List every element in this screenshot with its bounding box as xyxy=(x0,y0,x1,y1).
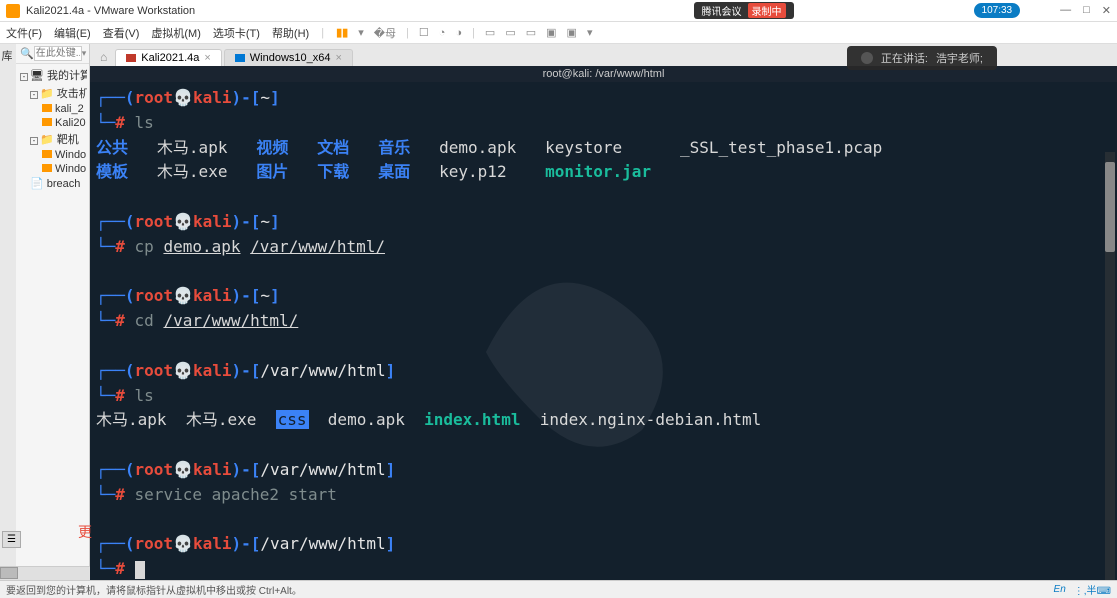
ls-item: 模板 xyxy=(96,162,128,181)
menu-vm[interactable]: 虚拟机(M) xyxy=(151,25,201,41)
window-controls: — □ ✕ xyxy=(1060,4,1111,17)
tree-breach[interactable]: 📄 breach xyxy=(18,176,87,191)
tab-close-icon[interactable]: × xyxy=(336,52,342,64)
vm-tree: -🖥 我的计算机 -📁 攻击机 kali_2 Kali20 -📁 靶机 Wind… xyxy=(16,64,89,193)
vm-icon xyxy=(235,54,245,62)
menu-file[interactable]: 文件(F) xyxy=(6,25,42,41)
speaker-label: 正在讲话: xyxy=(881,50,928,66)
tab-label: Kali2021.4a xyxy=(141,52,199,64)
ls-item: 木马.exe xyxy=(186,410,257,429)
menu-help[interactable]: 帮助(H) xyxy=(272,25,309,41)
menu-tabs[interactable]: 选项卡(T) xyxy=(213,25,260,41)
ls-item: _SSL_test_phase1.pcap xyxy=(680,138,882,157)
search-input[interactable] xyxy=(34,46,82,61)
tab-label: Windows10_x64 xyxy=(250,52,331,64)
tab-windows[interactable]: Windows10_x64 × xyxy=(224,49,353,66)
tree-attack[interactable]: -📁 攻击机 xyxy=(18,84,87,102)
recording-badge: 录制中 xyxy=(748,3,786,18)
tree-root[interactable]: -🖥 我的计算机 xyxy=(18,66,87,84)
tab-close-icon[interactable]: × xyxy=(204,52,210,64)
toolbar-icon[interactable]: ▣ xyxy=(567,26,577,39)
collapse-button[interactable]: ☰ xyxy=(2,531,21,548)
toolbar-icon[interactable]: ☐ xyxy=(419,26,429,39)
sidebar-hscrollbar[interactable] xyxy=(0,566,90,580)
status-hint: 要返回到您的计算机，请将鼠标指针从虚拟机中移出或按 Ctrl+Alt。 xyxy=(6,582,302,597)
ls-item: 视频 xyxy=(256,138,288,157)
ls-item: keystore xyxy=(545,138,622,157)
tree-win2[interactable]: Windo xyxy=(18,162,87,176)
sidebar: 库 🔍 ▾ -🖥 我的计算机 -📁 攻击机 kali_2 Kali20 -📁 靶… xyxy=(0,44,90,580)
separator: | xyxy=(472,27,475,39)
ime-icon[interactable]: ⋮,半⌨ xyxy=(1074,582,1111,597)
meeting-badge: 腾讯会议 录制中 xyxy=(694,2,794,19)
home-tab-icon[interactable]: ⌂ xyxy=(94,48,113,66)
window-titlebar: Kali2021.4a - VMware Workstation 腾讯会议 录制… xyxy=(0,0,1117,22)
toolbar-icon[interactable]: ▭ xyxy=(526,26,536,39)
ls-item: key.p12 xyxy=(439,162,506,181)
terminal-cursor xyxy=(135,561,145,579)
speaker-indicator: 正在讲话: 浩宇老师; xyxy=(847,46,997,70)
close-button[interactable]: ✕ xyxy=(1102,4,1111,17)
ls-item: 桌面 xyxy=(378,162,410,181)
search-icon[interactable]: 🔍 xyxy=(20,47,34,60)
menu-view[interactable]: 查看(V) xyxy=(103,25,140,41)
ls-item: 公共 xyxy=(96,138,128,157)
vm-icon xyxy=(126,54,136,62)
meeting-clock: 107:33 xyxy=(974,3,1021,18)
minimize-button[interactable]: — xyxy=(1060,4,1071,17)
tree-kali2[interactable]: kali_2 xyxy=(18,102,87,116)
ls-item: monitor.jar xyxy=(545,162,651,181)
ls-item: index.html xyxy=(424,410,520,429)
toolbar-icon[interactable]: ▭ xyxy=(485,26,495,39)
terminal-scrollbar[interactable] xyxy=(1105,152,1115,580)
vmware-icon xyxy=(6,4,20,18)
tree-kali20[interactable]: Kali20 xyxy=(18,116,87,130)
ime-indicator[interactable]: En xyxy=(1054,584,1066,595)
tree-win1[interactable]: Windo xyxy=(18,148,87,162)
menu-edit[interactable]: 编辑(E) xyxy=(54,25,91,41)
toolbar-icon[interactable]: ▣ xyxy=(546,26,556,39)
ls-item: 下载 xyxy=(317,162,349,181)
ls-item: demo.apk xyxy=(439,138,516,157)
dropdown-icon[interactable]: ▾ xyxy=(82,48,87,59)
toolbar-icon[interactable]: �母 xyxy=(374,25,396,41)
toolbar-icon[interactable]: ◔ xyxy=(439,27,446,39)
main-panel: ⌂ Kali2021.4a × Windows10_x64 × root@kal… xyxy=(90,44,1117,580)
window-title: Kali2021.4a - VMware Workstation xyxy=(26,5,694,17)
ls-item: 木马.apk xyxy=(96,410,167,429)
tab-kali[interactable]: Kali2021.4a × xyxy=(115,49,222,66)
ls-item: 文档 xyxy=(317,138,349,157)
content-area: 库 🔍 ▾ -🖥 我的计算机 -📁 攻击机 kali_2 Kali20 -📁 靶… xyxy=(0,44,1117,580)
ls-item: index.nginx-debian.html xyxy=(540,410,762,429)
mic-icon xyxy=(861,52,873,64)
ls-item: 图片 xyxy=(256,162,288,181)
toolbar-icon[interactable]: ▾ xyxy=(587,26,593,39)
maximize-button[interactable]: □ xyxy=(1083,4,1090,17)
separator: | xyxy=(321,27,324,39)
separator: | xyxy=(406,27,409,39)
meeting-label: 腾讯会议 xyxy=(702,3,742,18)
ls-item: 木马.apk xyxy=(157,138,228,157)
toolbar-icon[interactable]: ▾ xyxy=(358,26,364,39)
toolbar: ▮▮ ▾ �母 | ☐ ◔ ◑ | ▭ ▭ ▭ ▣ ▣ ▾ xyxy=(336,25,592,41)
ls-item: css xyxy=(276,410,309,429)
status-bar: 要返回到您的计算机，请将鼠标指针从虚拟机中移出或按 Ctrl+Alt。 En ⋮… xyxy=(0,580,1117,598)
ls-item: 音乐 xyxy=(378,138,410,157)
pause-button[interactable]: ▮▮ xyxy=(336,26,348,39)
ls-item: 木马.exe xyxy=(157,162,228,181)
speaker-name: 浩宇老师; xyxy=(936,50,983,66)
terminal[interactable]: ┌──(root💀kali)-[~] └─# ls 公共 木马.apk 视频 文… xyxy=(90,82,1117,580)
toolbar-icon[interactable]: ◑ xyxy=(455,27,462,39)
overlay-char: 更 xyxy=(78,522,92,542)
sidebar-search: 🔍 ▾ xyxy=(16,44,89,64)
menu-bar: 文件(F) 编辑(E) 查看(V) 虚拟机(M) 选项卡(T) 帮助(H) | … xyxy=(0,22,1117,44)
tree-target[interactable]: -📁 靶机 xyxy=(18,130,87,148)
library-label[interactable]: 库 xyxy=(0,44,16,580)
toolbar-icon[interactable]: ▭ xyxy=(505,26,515,39)
ls-item: demo.apk xyxy=(328,410,405,429)
